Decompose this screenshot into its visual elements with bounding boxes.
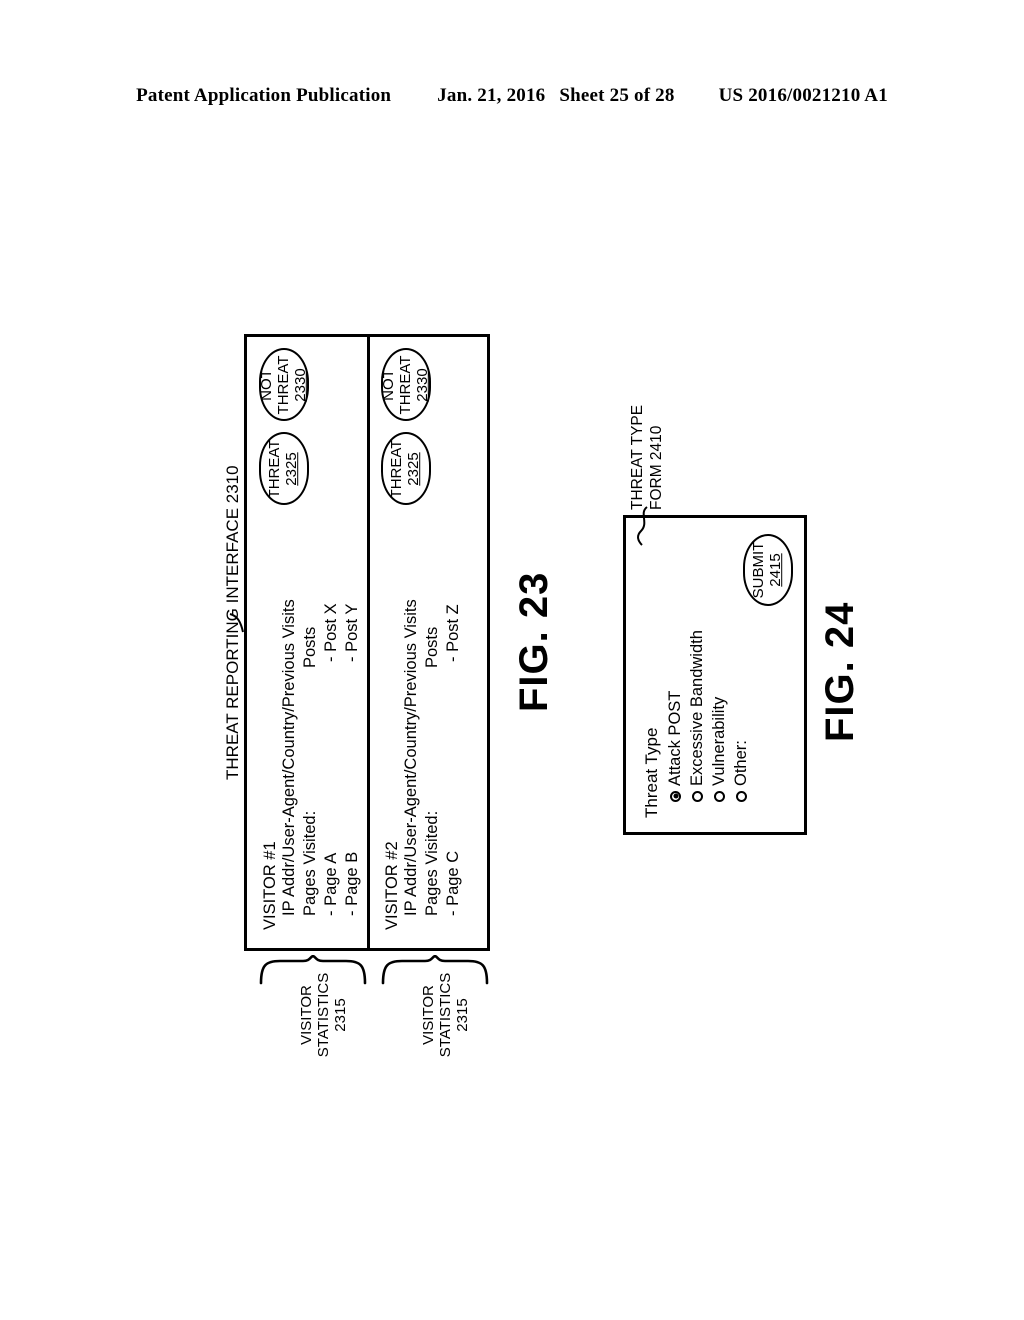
visitor-statistics-label-1: VISITOR STATISTICS 2315 [298,960,349,1070]
radio-unselected-icon[interactable] [714,791,725,802]
brace-label-line1: VISITOR [298,985,315,1045]
submit-button[interactable]: SUBMIT 2415 [743,534,793,606]
page-header: Patent Application Publication Jan. 21, 2… [0,85,1024,107]
brace-label-line1: VISITOR [420,985,437,1045]
visitor-1-not-threat-button-label: NOT THREAT 2330 [257,355,309,414]
visitor-panel-2: VISITOR #2 IP Addr/User-Agent/Country/Pr… [381,330,499,930]
threat-option-excessive-bandwidth[interactable]: Excessive Bandwidth [687,630,708,802]
visitor-1-post-item: - Post X [322,603,340,662]
threat-option-label: Attack POST [666,690,684,786]
threat-label: THREAT [388,439,406,498]
threat-ref: 2325 [283,451,300,486]
brace-ref: 2315 [454,998,472,1032]
threat-option-label: Vulnerability [710,696,728,786]
visitor-1-pages-heading: Pages Visited: [301,810,319,916]
visitor-2-posts-heading: Posts [423,626,441,668]
threat-type-heading: Threat Type [642,727,661,818]
radio-unselected-icon[interactable] [736,791,747,802]
brace-label-line2: STATISTICS [315,972,333,1058]
radio-selected-icon[interactable] [670,791,681,802]
visitor-2-threat-button[interactable]: THREAT 2325 [381,432,431,505]
interface-leader-line [229,613,244,633]
visitor-2-post-item: - Post Z [444,604,462,662]
visitor-panel-1: VISITOR #1 IP Addr/User-Agent/Country/Pr… [259,330,377,930]
threat-ref: 2325 [405,451,422,486]
not-threat-label-2: THREAT [396,355,414,414]
visitor-1-page-item: - Page A [322,852,340,916]
submit-label: SUBMIT [750,541,768,599]
visitor-1-threat-button-label: THREAT 2325 [266,439,301,498]
threat-label: THREAT [266,439,284,498]
visitor-2-not-threat-button-label: NOT THREAT 2330 [379,355,431,414]
not-threat-label-1: NOT [257,368,275,401]
threat-option-attack-post[interactable]: Attack POST [665,691,686,802]
threat-option-vulnerability[interactable]: Vulnerability [709,697,730,802]
visitor-2-pages-heading: Pages Visited: [423,810,441,916]
not-threat-label-1: NOT [379,368,397,401]
visitor-1-not-threat-button[interactable]: NOT THREAT 2330 [257,348,309,421]
brace-ref: 2315 [332,998,350,1032]
threat-option-other[interactable]: Other: [731,740,752,802]
visitor-2-page-item: - Page C [444,850,462,916]
fig23-caption: FIG. 23 [512,571,556,712]
threat-type-form-label: THREAT TYPE FORM 2410 [629,405,667,510]
header-publication: Patent Application Publication [136,85,392,106]
submit-button-label: SUBMIT 2415 [750,541,785,599]
not-threat-label-2: THREAT [274,355,292,414]
brace-label-line2: STATISTICS [437,972,455,1058]
visitor-statistics-label-2: VISITOR STATISTICS 2315 [420,960,471,1070]
visitor-2-threat-button-label: THREAT 2325 [388,439,423,498]
header-sheet: Sheet 25 of 28 [559,85,675,106]
submit-ref: 2415 [767,553,784,587]
fig24-caption: FIG. 24 [818,601,862,742]
visitor-1-posts-heading: Posts [301,626,319,668]
visitor-1-ip-line: IP Addr/User-Agent/Country/Previous Visi… [280,599,298,916]
not-threat-ref: 2330 [291,367,309,402]
radio-unselected-icon[interactable] [692,791,703,802]
header-publication-number: US 2016/0021210 A1 [718,85,888,106]
visitor-1-page-item: - Page B [343,851,361,916]
not-threat-ref: 2330 [413,367,431,402]
threat-option-label: Excessive Bandwidth [688,630,706,786]
visitor-1-post-item: - Post Y [343,603,361,662]
form-label-line2: FORM 2410 [647,425,665,510]
form-label-line1: THREAT TYPE [629,404,646,510]
visitor-2-not-threat-button[interactable]: NOT THREAT 2330 [379,348,431,421]
header-date: Jan. 21, 2016 [437,85,546,106]
visitor-2-ip-line: IP Addr/User-Agent/Country/Previous Visi… [402,599,420,916]
threat-option-label: Other: [732,740,750,786]
visitor-1-threat-button[interactable]: THREAT 2325 [259,432,309,505]
